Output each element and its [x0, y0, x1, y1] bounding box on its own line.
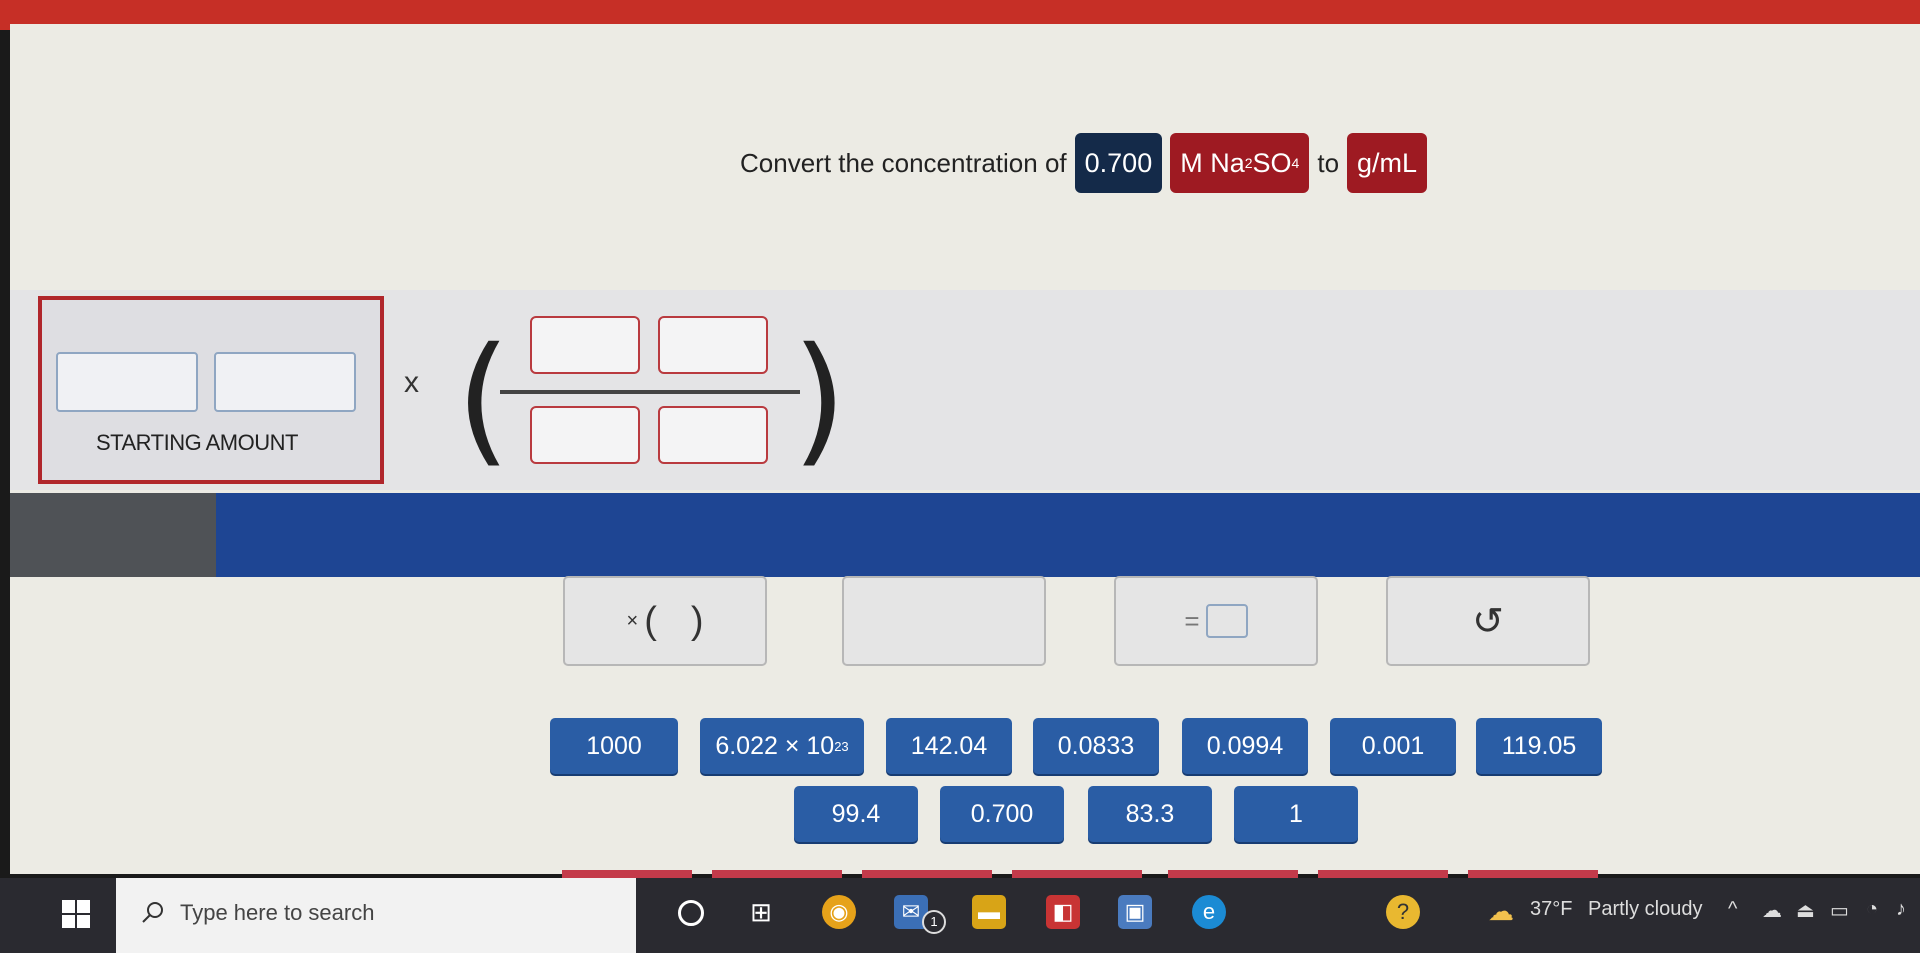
- tile-83-3[interactable]: 83.3: [1088, 786, 1212, 842]
- left-paren-icon: (: [456, 318, 511, 481]
- blank-tool-button[interactable]: [842, 576, 1046, 666]
- tile-1[interactable]: 1: [1234, 786, 1358, 842]
- zoom-icon[interactable]: ▣: [1118, 895, 1152, 929]
- decor-strip: [1318, 870, 1448, 878]
- search-placeholder: Type here to search: [180, 900, 375, 925]
- mail-badge: 1: [922, 910, 946, 934]
- starting-amount-label: STARTING AMOUNT: [96, 430, 298, 455]
- starting-value-dropzone[interactable]: [56, 352, 198, 412]
- tile-label: 0.700: [970, 799, 1034, 828]
- tile-label: 0.001: [1361, 731, 1425, 760]
- prompt-lead-text: Convert the concentration of: [740, 147, 1067, 178]
- tile-exponent: 23: [834, 738, 849, 754]
- multiply-symbol: x: [404, 366, 419, 399]
- decor-strip: [562, 870, 692, 878]
- tile-0-0833[interactable]: 0.0833: [1033, 718, 1159, 774]
- wifi-icon[interactable]: ◔: [1866, 898, 1878, 921]
- tile-119-05[interactable]: 119.05: [1476, 718, 1602, 774]
- equals-answer-button[interactable]: =: [1114, 576, 1318, 666]
- tile-label: 6.022 × 10: [715, 731, 835, 760]
- open-paren-glyph: (: [644, 599, 657, 642]
- given-value-pill: 0.700: [1074, 133, 1163, 193]
- search-icon: [140, 900, 166, 926]
- unit-mid: SO: [1252, 147, 1292, 178]
- add-factor-button[interactable]: × ( ): [563, 576, 767, 666]
- tile-label: 142.04: [910, 731, 988, 760]
- decor-strip: [712, 870, 842, 878]
- decor-strip: [1468, 870, 1598, 878]
- weather-icon[interactable]: ☁: [1488, 896, 1514, 927]
- prompt-connector: to: [1317, 147, 1340, 178]
- usb-icon[interactable]: ⏏: [1796, 898, 1815, 923]
- tile-label: 1: [1289, 799, 1303, 828]
- numerator-unit-dropzone[interactable]: [658, 316, 768, 374]
- tile-avogadro[interactable]: 6.022 × 10 23: [700, 718, 864, 774]
- unit-prefix: M Na: [1180, 147, 1245, 178]
- tile-label: 99.4: [831, 799, 881, 828]
- target-unit-pill: g/mL: [1347, 133, 1428, 193]
- fraction-bar: [500, 390, 800, 394]
- given-unit-pill: M Na 2 SO 4: [1170, 133, 1310, 193]
- tile-label: 0.0833: [1057, 731, 1135, 760]
- left-gray-bar: [10, 493, 216, 577]
- battery-icon[interactable]: ▭: [1830, 898, 1849, 923]
- windows-start-icon[interactable]: [62, 900, 90, 928]
- right-paren-icon: ): [792, 318, 847, 481]
- close-paren-glyph: ): [690, 599, 704, 642]
- cortana-icon[interactable]: [678, 900, 704, 926]
- tile-label: 83.3: [1125, 799, 1175, 828]
- subscript-4: 4: [1291, 155, 1300, 171]
- tile-99-4[interactable]: 99.4: [794, 786, 918, 842]
- tile-0-0994[interactable]: 0.0994: [1182, 718, 1308, 774]
- decor-strip: [1012, 870, 1142, 878]
- tile-1000[interactable]: 1000: [550, 718, 678, 774]
- undo-button[interactable]: ↺: [1386, 576, 1590, 666]
- tile-0-700[interactable]: 0.700: [940, 786, 1064, 842]
- tile-label: 119.05: [1501, 731, 1577, 760]
- multiply-icon: ×: [626, 609, 639, 632]
- edge-icon[interactable]: e: [1192, 895, 1226, 929]
- weather-desc[interactable]: Partly cloudy: [1588, 898, 1703, 921]
- tile-0-001[interactable]: 0.001: [1330, 718, 1456, 774]
- numerator-value-dropzone[interactable]: [530, 316, 640, 374]
- tile-label: 1000: [586, 731, 642, 760]
- answer-box-icon: [1205, 604, 1248, 638]
- chrome-icon[interactable]: ◉: [822, 895, 856, 929]
- file-explorer-icon[interactable]: ▬: [972, 895, 1006, 929]
- task-view-icon[interactable]: ⊞: [744, 895, 778, 929]
- volume-icon[interactable]: ♪: [1896, 898, 1906, 921]
- decor-strip: [862, 870, 992, 878]
- toolbar-divider-bar: [216, 493, 1920, 577]
- decor-strip: [1168, 870, 1298, 878]
- question-prompt: Convert the concentration of 0.700 M Na 2…: [740, 132, 1428, 194]
- subscript-2: 2: [1244, 155, 1253, 171]
- tray-chevron-icon[interactable]: ^: [1728, 898, 1737, 921]
- onedrive-icon[interactable]: ☁: [1762, 898, 1782, 923]
- undo-icon: ↺: [1472, 600, 1504, 643]
- equals-icon: =: [1184, 605, 1200, 636]
- denominator-unit-dropzone[interactable]: [658, 406, 768, 464]
- tile-142-04[interactable]: 142.04: [886, 718, 1012, 774]
- weather-temp[interactable]: 37°F: [1530, 898, 1572, 921]
- office-icon[interactable]: ◧: [1046, 895, 1080, 929]
- denominator-value-dropzone[interactable]: [530, 406, 640, 464]
- starting-unit-dropzone[interactable]: [214, 352, 356, 412]
- tile-label: 0.0994: [1206, 731, 1284, 760]
- help-icon[interactable]: ?: [1386, 895, 1420, 929]
